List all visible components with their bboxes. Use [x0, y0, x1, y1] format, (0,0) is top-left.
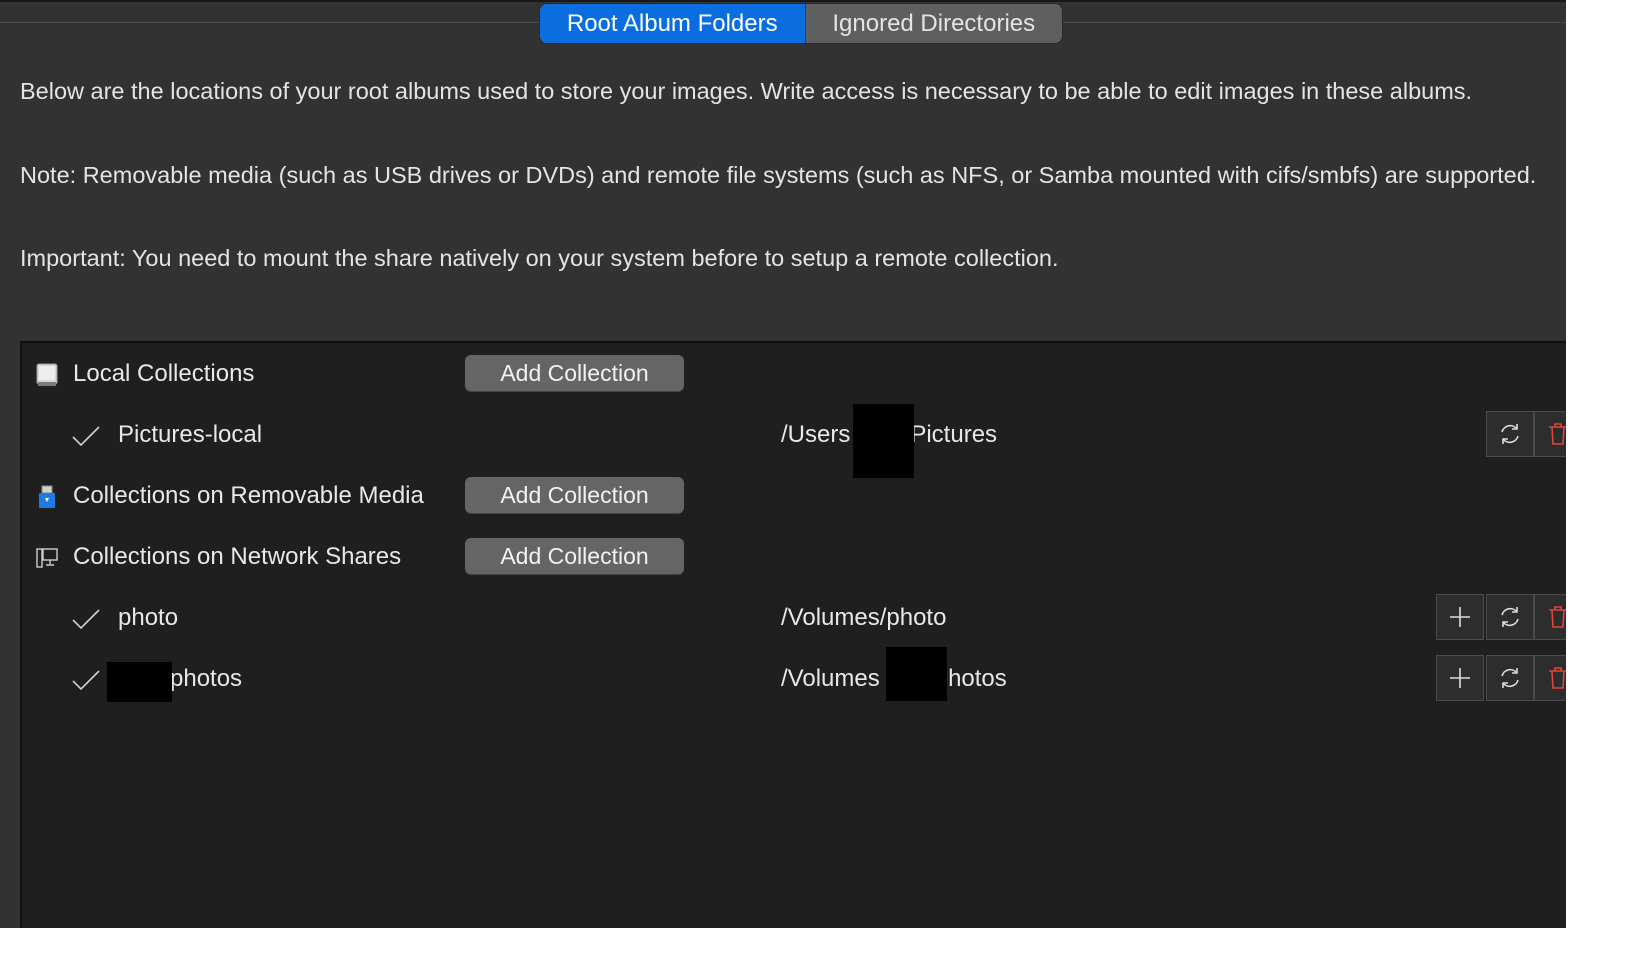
network-computer-icon [36, 548, 58, 568]
refresh-button[interactable] [1486, 411, 1534, 457]
checkmark-icon[interactable] [71, 424, 101, 448]
refresh-button[interactable] [1486, 655, 1534, 701]
note-text: Note: Removable media (such as USB drive… [20, 162, 1537, 188]
hard-drive-icon [36, 363, 58, 386]
refresh-icon [1501, 668, 1519, 688]
category-network-label: Collections on Network Shares [73, 543, 402, 570]
redaction-box [107, 662, 172, 702]
collection-name: photo [118, 604, 179, 631]
category-removable-label: Collections on Removable Media [73, 482, 424, 509]
plus-icon [1450, 607, 1470, 627]
settings-panel: Root Album Folders Ignored Directories B… [0, 0, 1566, 928]
refresh-icon [1501, 424, 1519, 444]
add-subfolder-button[interactable] [1436, 655, 1484, 701]
collection-path: /Volumes/photo [781, 604, 947, 631]
collection-name: photos [170, 665, 243, 692]
add-removable-collection-button[interactable]: Add Collection [465, 477, 684, 513]
trash-icon [1549, 423, 1566, 445]
delete-button[interactable] [1534, 411, 1566, 457]
category-local-label: Local Collections [73, 360, 255, 387]
add-local-collection-button[interactable]: Add Collection [465, 355, 684, 391]
add-network-collection-button[interactable]: Add Collection [465, 538, 684, 574]
redaction-box [886, 647, 947, 701]
top-divider [0, 0, 1566, 2]
refresh-button[interactable] [1486, 594, 1534, 640]
trash-icon [1549, 667, 1566, 689]
refresh-icon [1501, 607, 1519, 627]
tab-ignored-directories[interactable]: Ignored Directories [804, 4, 1063, 43]
checkmark-icon[interactable] [71, 668, 101, 692]
plus-icon [1450, 668, 1470, 688]
usb-drive-icon [39, 485, 55, 508]
delete-button[interactable] [1534, 594, 1566, 640]
collection-name: Pictures-local [118, 421, 263, 448]
description-text: Below are the locations of your root alb… [20, 78, 1473, 104]
collections-tree[interactable]: Local Collections Add Collection Picture… [20, 341, 1566, 928]
important-text: Important: You need to mount the share n… [20, 245, 1059, 271]
delete-button[interactable] [1534, 655, 1566, 701]
add-subfolder-button[interactable] [1436, 594, 1484, 640]
checkmark-icon[interactable] [71, 607, 101, 631]
tab-root-album-folders[interactable]: Root Album Folders [540, 4, 805, 43]
tab-bar: Root Album Folders Ignored Directories [540, 4, 1062, 43]
trash-icon [1549, 606, 1566, 628]
redaction-box [853, 404, 914, 478]
